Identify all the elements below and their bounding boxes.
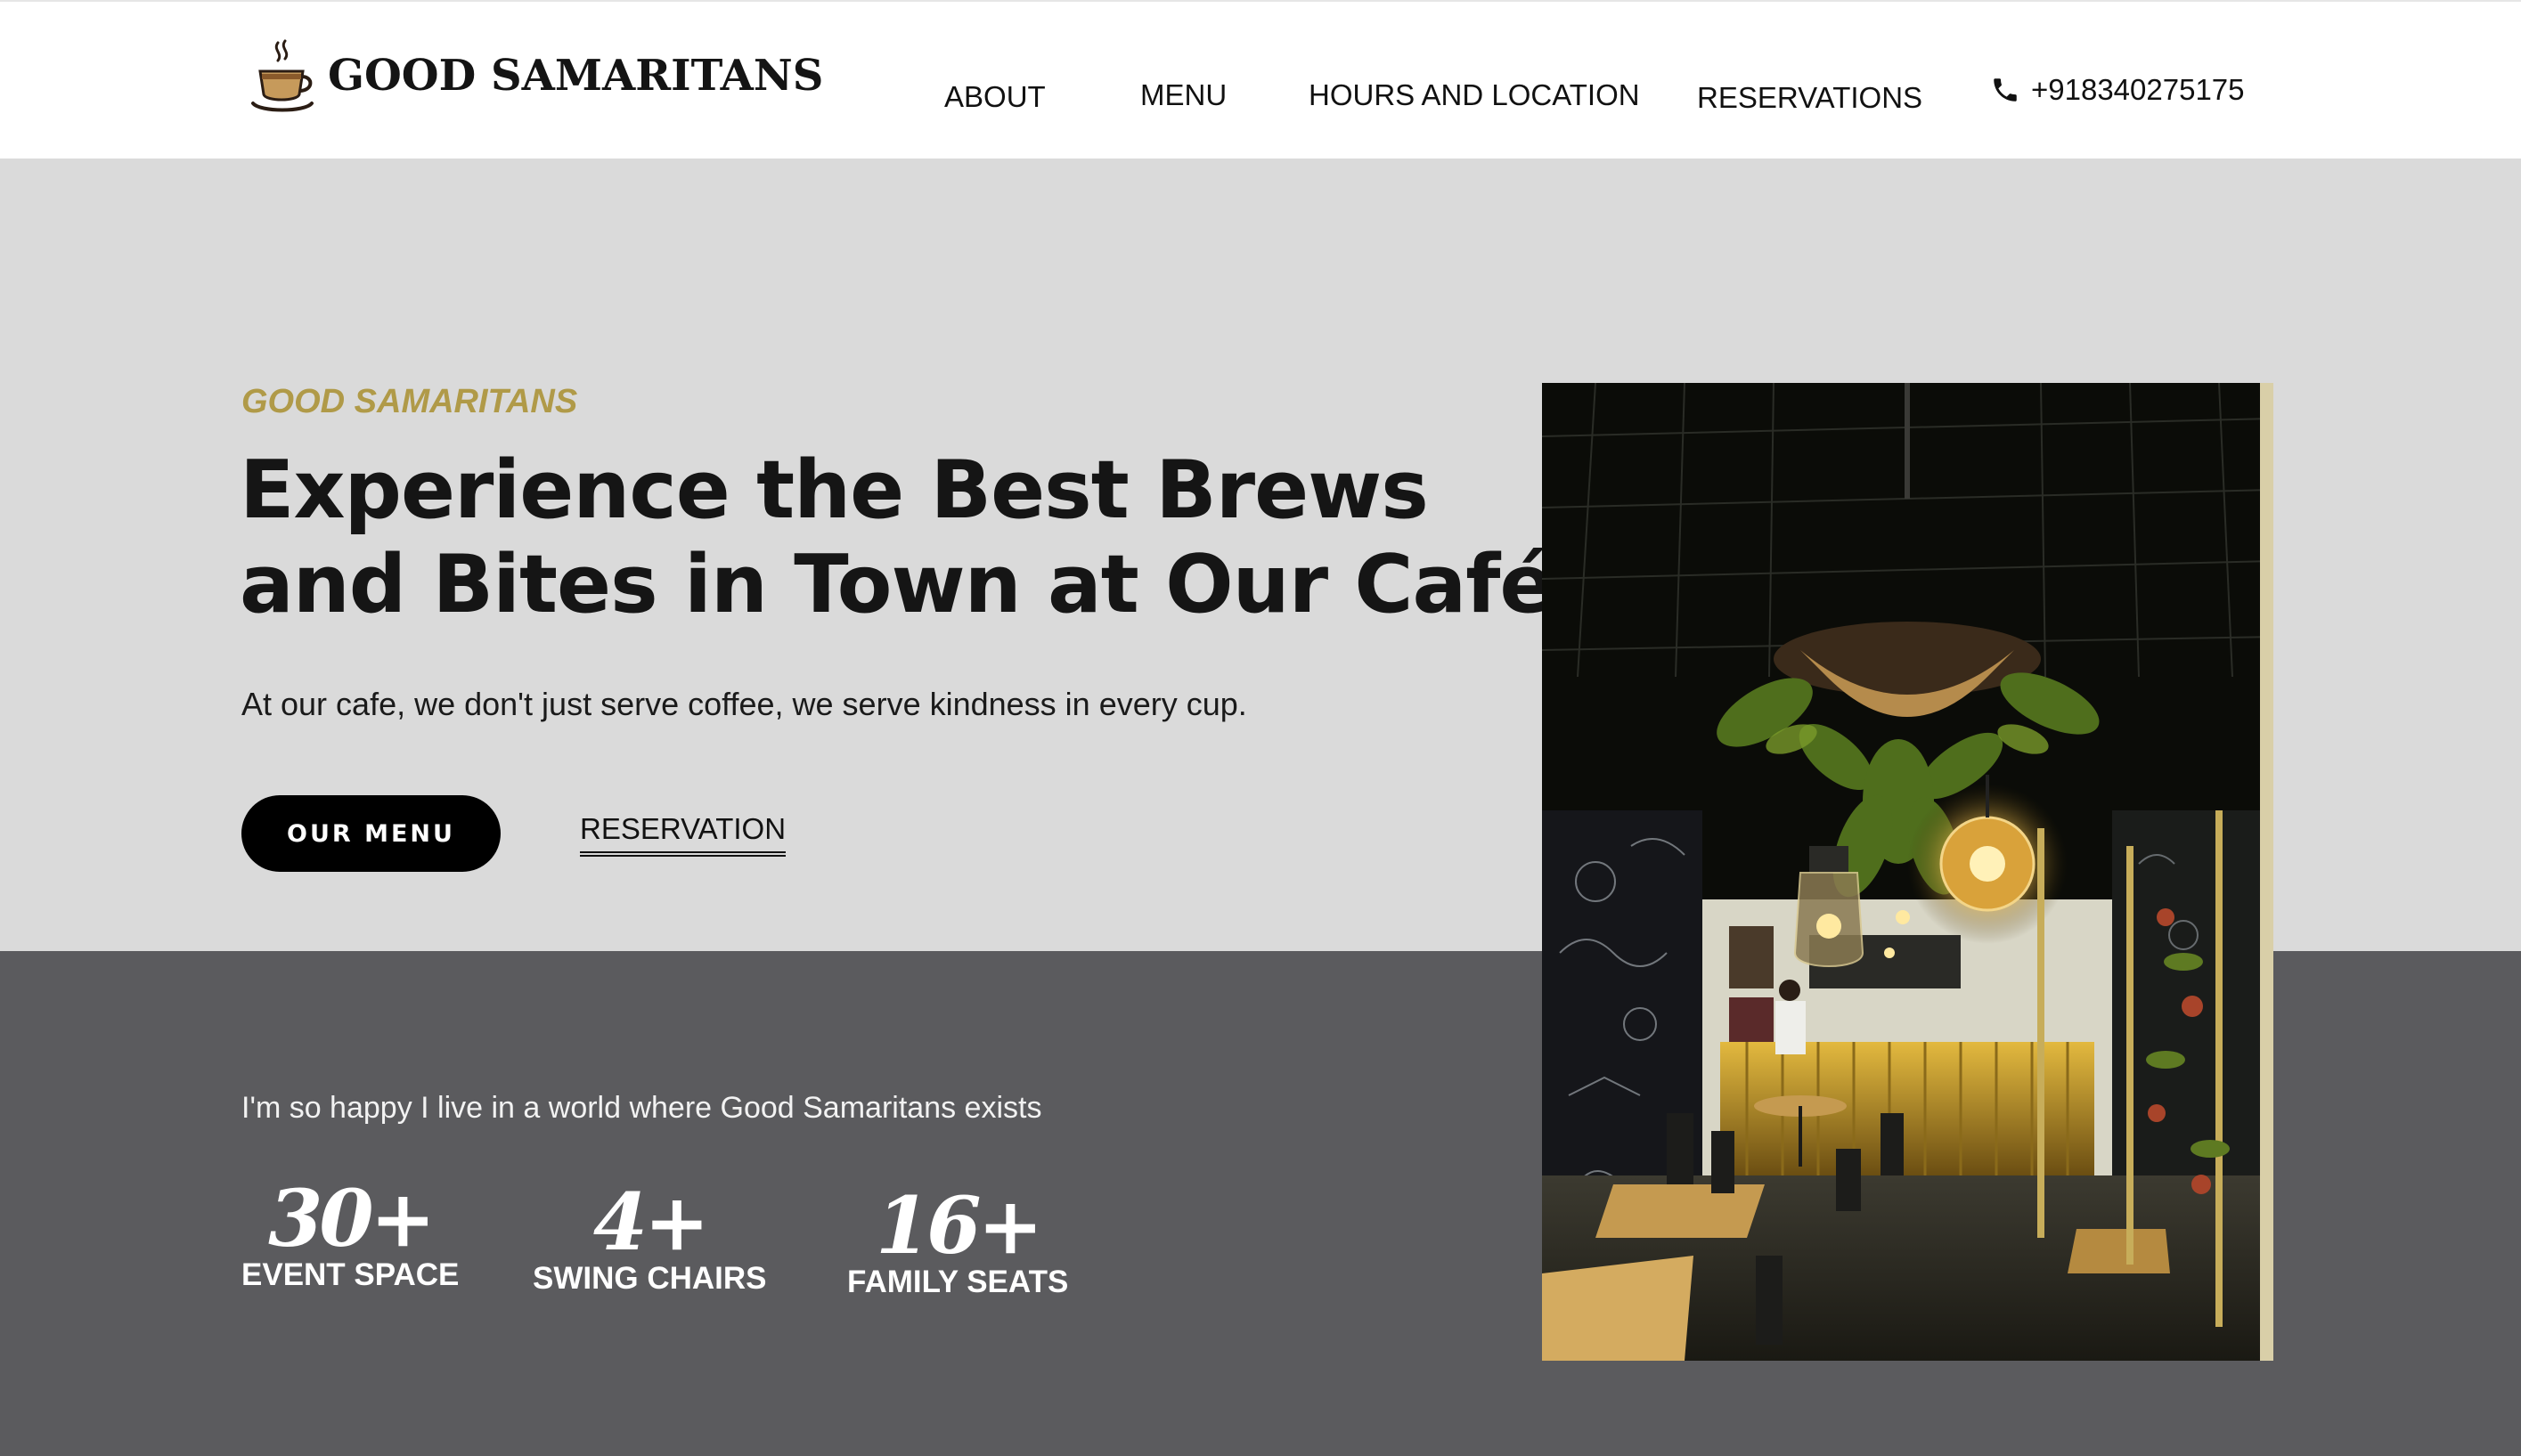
- hero-headline-line-2: and Bites in Town at Our Café: [240, 538, 1554, 631]
- stat-family-seats: 16+ FAMILY SEATS: [847, 1183, 1068, 1300]
- phone-link[interactable]: +918340275175: [1990, 73, 2245, 107]
- phone-icon: [1994, 78, 2017, 102]
- reservation-link[interactable]: RESERVATION: [580, 812, 787, 857]
- nav-hours-and-location[interactable]: HOURS AND LOCATION: [1309, 78, 1640, 112]
- stat-value: 30+: [268, 1172, 436, 1265]
- brand-logo[interactable]: GOOD SAMARITANS: [251, 37, 823, 114]
- stat-label: SWING CHAIRS: [533, 1261, 767, 1296]
- coffee-cup-icon: [251, 39, 314, 112]
- cafe-interior-photo: [1542, 383, 2273, 1361]
- stat-label: FAMILY SEATS: [847, 1265, 1069, 1299]
- our-menu-button[interactable]: OUR MENU: [241, 795, 501, 872]
- hero-headline-line-1: Experience the Best Brews: [240, 443, 1429, 537]
- stat-swing-chairs: 4+ SWING CHAIRS: [533, 1179, 767, 1297]
- testimonial-quote: I'm so happy I live in a world where Goo…: [241, 1091, 1042, 1125]
- nav-menu[interactable]: MENU: [1140, 78, 1227, 112]
- phone-number: +918340275175: [2031, 73, 2245, 106]
- hero-eyebrow: GOOD SAMARITANS: [241, 383, 578, 420]
- nav-reservations[interactable]: RESERVATIONS: [1697, 81, 1922, 115]
- stat-value: 16+: [876, 1179, 1043, 1272]
- stat-value: 4+: [592, 1175, 710, 1268]
- site-header: GOOD SAMARITANS ABOUT MENU HOURS AND LOC…: [0, 0, 2521, 159]
- stat-event-space: 30+ EVENT SPACE: [241, 1175, 459, 1293]
- hero-headline: Experience the Best Brews and Bites in T…: [240, 443, 1554, 632]
- brand-name: GOOD SAMARITANS: [328, 51, 824, 101]
- hero-subtext: At our cafe, we don't just serve coffee,…: [241, 686, 1247, 722]
- cafe-interior-illustration: [1542, 383, 2273, 1361]
- nav-about[interactable]: ABOUT: [944, 80, 1046, 114]
- stat-label: EVENT SPACE: [241, 1257, 460, 1292]
